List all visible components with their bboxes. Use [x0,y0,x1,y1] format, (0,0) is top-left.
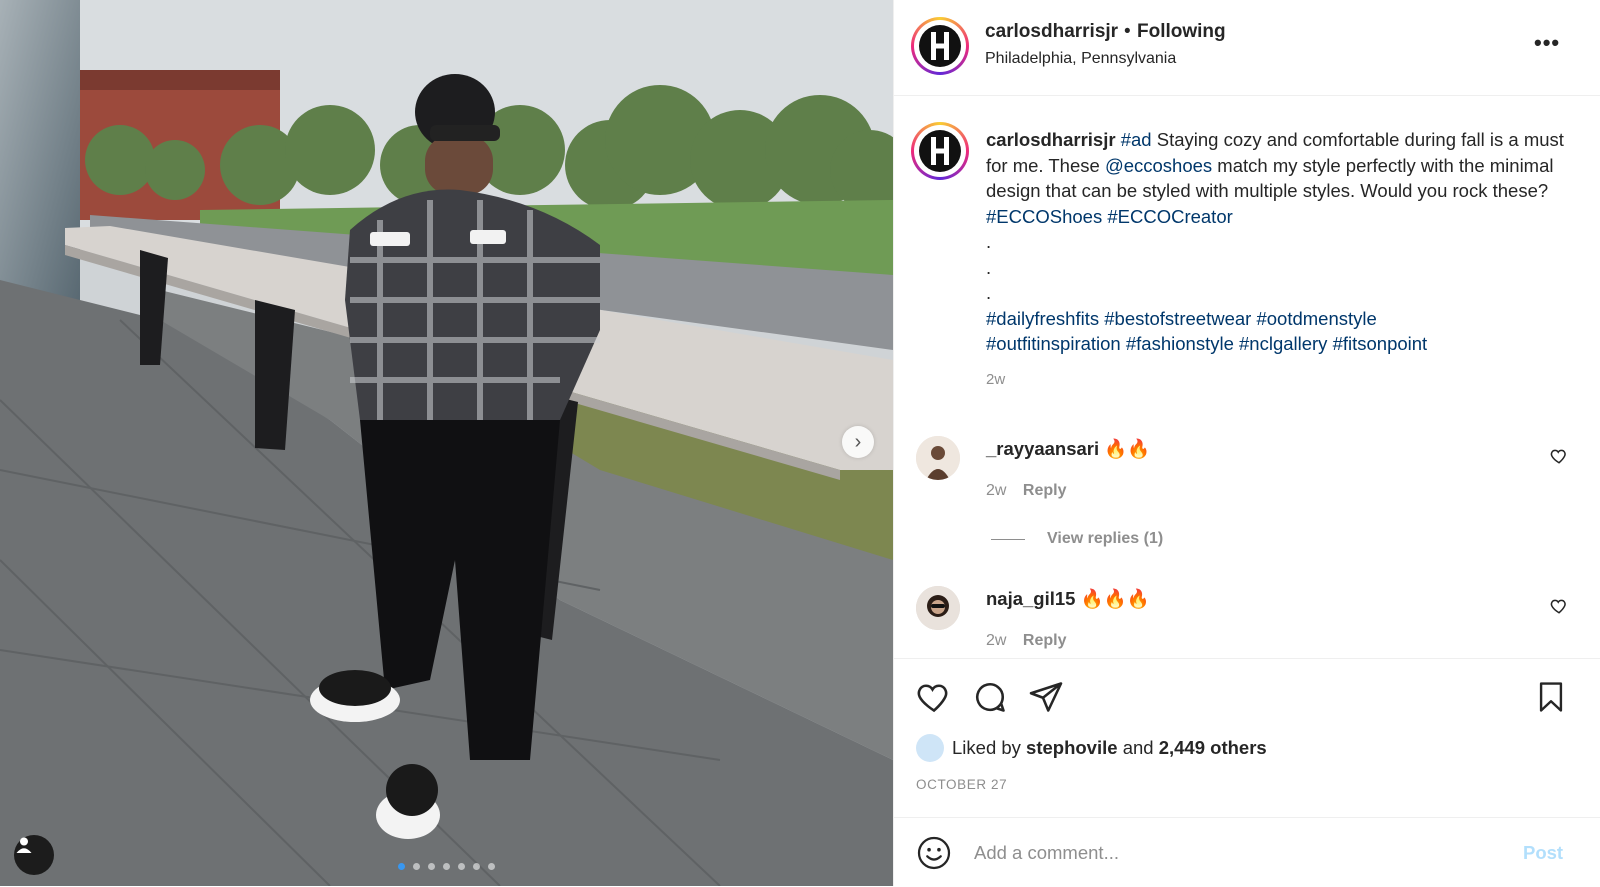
comment-username[interactable]: _rayyaansari [986,438,1099,459]
author-username[interactable]: carlosdharrisjr [985,21,1118,43]
post-comment-button[interactable]: Post [1523,842,1563,864]
comment-meta: 2w Reply [986,632,1066,650]
separator-dot: • [1124,21,1131,42]
user-icon [16,837,32,853]
carousel-indicator [398,863,495,870]
heart-icon[interactable] [1550,447,1568,465]
caption-author-username[interactable]: carlosdharrisjr [986,129,1116,150]
author-logo-icon [919,130,961,172]
comment-username[interactable]: naja_gil15 [986,588,1075,609]
carousel-next-button[interactable]: › [842,426,874,458]
and-label: and [1122,737,1154,758]
comment-meta: 2w Reply [986,482,1066,500]
comment-icon[interactable] [972,679,1008,715]
hashtag-link[interactable]: #nclgallery [1239,333,1327,354]
heart-icon[interactable] [1550,597,1568,615]
liker-avatar[interactable] [916,734,944,762]
post-header: carlosdharrisjr • Following Philadelphia… [894,0,1600,96]
commenter-username[interactable]: naja_gil15 🔥🔥🔥 [986,588,1150,610]
caption-timestamp[interactable]: 2w [986,371,1005,388]
caption-bullet: . [986,256,992,278]
following-button[interactable]: Following [1137,21,1226,43]
reply-button[interactable]: Reply [1023,632,1067,649]
author-logo-icon [919,25,961,67]
post-side-panel: carlosdharrisjr • Following Philadelphia… [893,0,1600,886]
comment-composer: Post [894,817,1600,887]
caption-bullet: . [986,231,992,252]
caption-text: carlosdharrisjr #ad Staying cozy and com… [986,127,1576,357]
mention-link[interactable]: @eccoshoes [1105,155,1212,176]
commenter-avatar[interactable] [916,436,960,480]
avatar-image [916,586,960,630]
commenter-avatar[interactable] [916,586,960,630]
user-tags-button[interactable] [14,835,54,875]
likes-summary: Liked by stephovile and 2,449 others [916,734,1267,762]
author-avatar[interactable] [911,17,969,75]
commenter-username[interactable]: _rayyaansari 🔥🔥 [986,438,1150,460]
hashtag-link[interactable]: #ECCOShoes [986,206,1102,227]
more-horizontal-icon[interactable]: ••• [1534,30,1560,56]
chevron-right-icon: › [854,431,862,453]
hashtag-link[interactable]: #fitsonpoint [1333,333,1428,354]
carousel-dot [413,863,420,870]
comment-timestamp[interactable]: 2w [986,632,1006,649]
post-date[interactable]: OCTOBER 27 [916,777,1007,792]
instagram-post-view: › carlosdharrisjr • Following Philadelph… [0,0,1600,886]
hashtag-link[interactable]: #ECCOCreator [1107,206,1232,227]
hashtag-link[interactable]: #ad [1121,129,1152,150]
liked-by-label: Liked by [952,737,1021,758]
view-replies-label: View replies (1) [1047,530,1164,547]
avatar-image [916,436,960,480]
share-send-icon[interactable] [1028,679,1064,715]
carousel-dot [488,863,495,870]
hashtag-link[interactable]: #bestofstreetwear [1104,308,1251,329]
caption-author-avatar[interactable] [911,122,969,180]
carousel-dot [458,863,465,870]
bookmark-icon[interactable] [1534,679,1568,715]
view-replies-button[interactable]: View replies (1) [991,530,1163,548]
hashtag-link[interactable]: #dailyfreshfits [986,308,1099,329]
carousel-dot [398,863,405,870]
post-location[interactable]: Philadelphia, Pennsylvania [985,50,1176,68]
comment-text: 🔥🔥 [1104,438,1151,459]
comment-input[interactable] [972,836,1496,870]
carousel-dot [443,863,450,870]
comment-text: 🔥🔥🔥 [1080,588,1150,609]
others-count-link[interactable]: 2,449 others [1159,737,1267,759]
emoji-icon[interactable] [916,835,952,871]
hashtag-link[interactable]: #outfitinspiration [986,333,1121,354]
hashtag-link[interactable]: #fashionstyle [1126,333,1234,354]
divider [991,538,1025,540]
liker-username[interactable]: stephovile [1026,737,1118,759]
comment-timestamp[interactable]: 2w [986,482,1006,499]
like-heart-icon[interactable] [916,679,952,715]
caption-bullet: . [986,282,992,303]
carousel-dot [428,863,435,870]
reply-button[interactable]: Reply [1023,482,1067,499]
hashtag-link[interactable]: #ootdmenstyle [1256,308,1376,329]
post-photo[interactable]: › [0,0,893,886]
carousel-dot [473,863,480,870]
photo-illustration [0,0,893,886]
